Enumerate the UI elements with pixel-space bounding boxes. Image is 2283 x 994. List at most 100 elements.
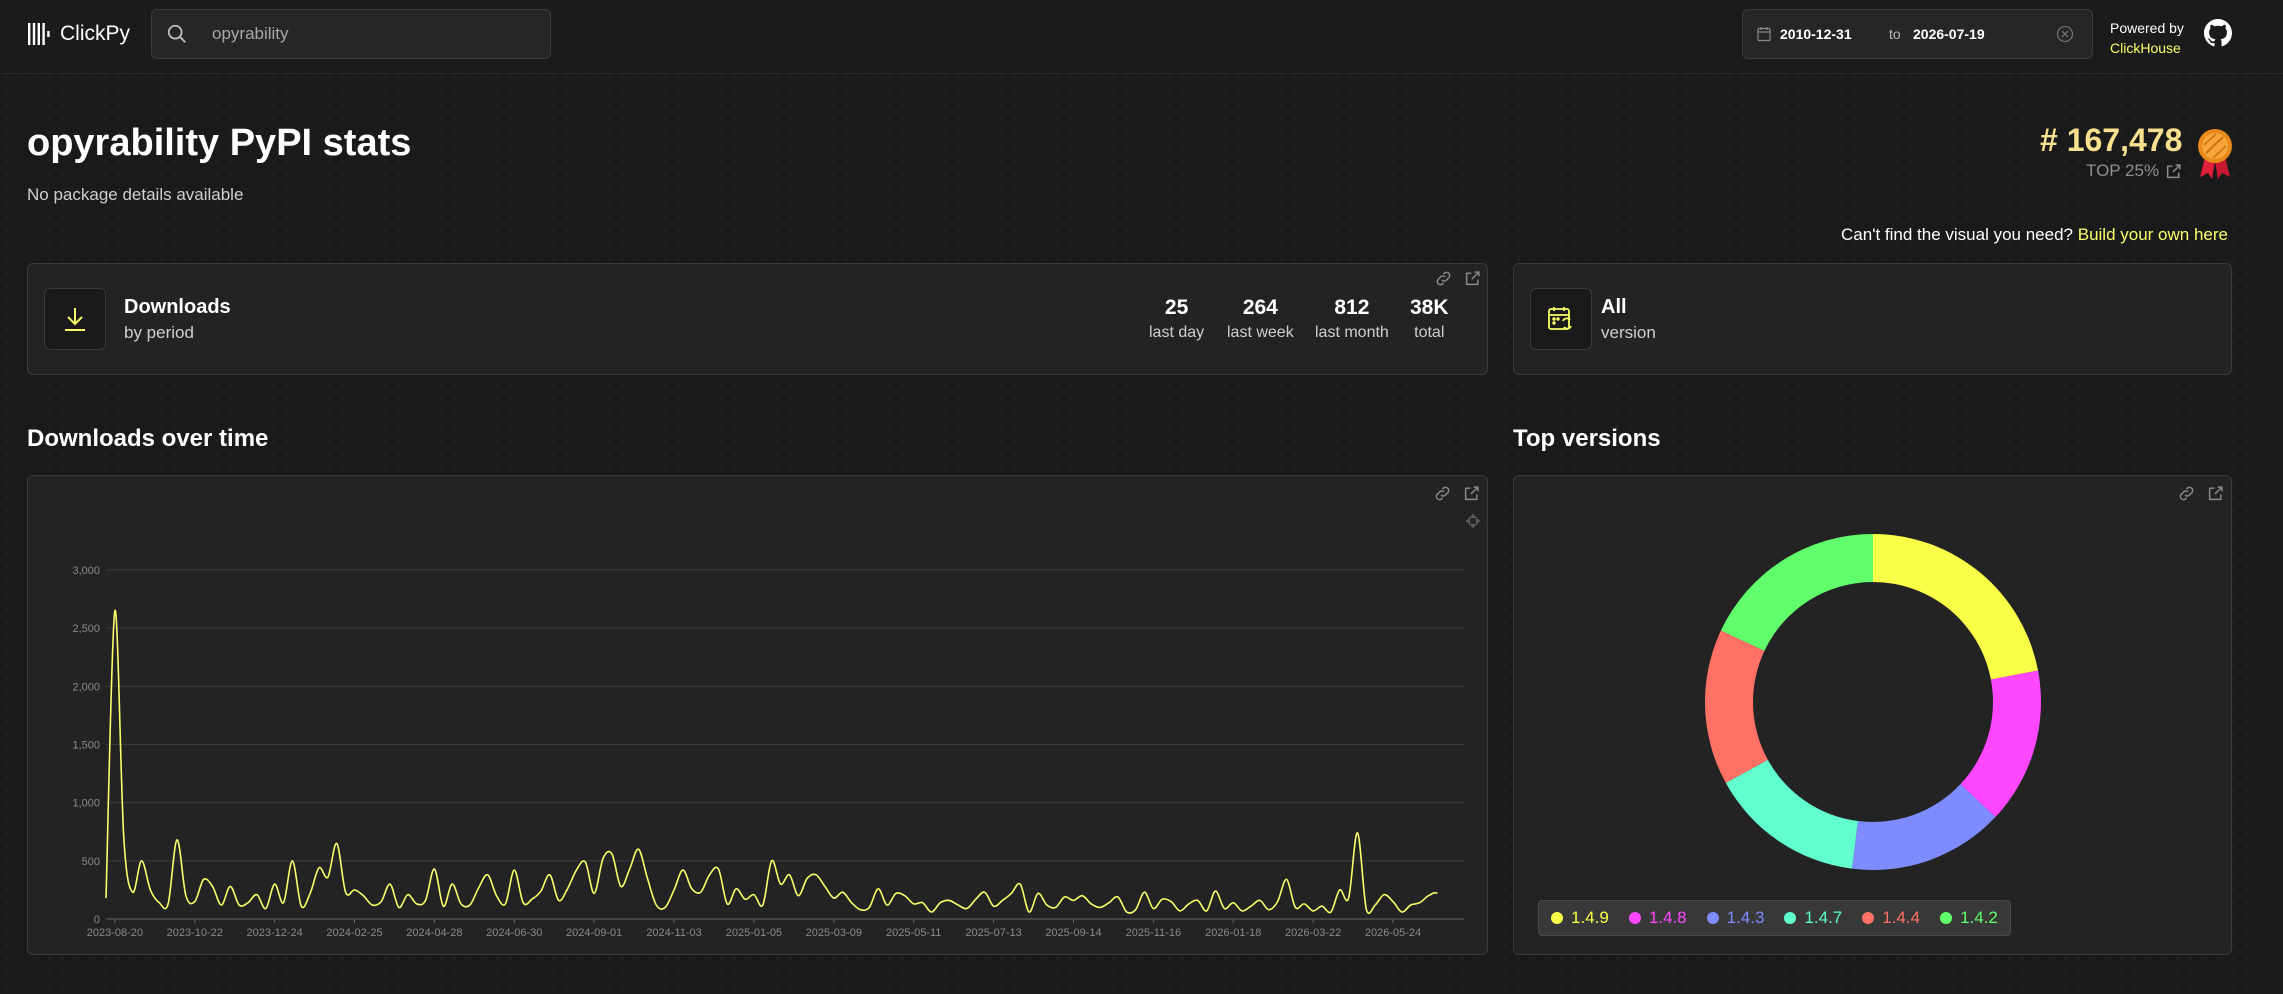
y-tick-label: 3,000	[72, 565, 100, 577]
legend-label: 1.4.7	[1804, 908, 1843, 927]
x-tick-label: 2026-03-22	[1285, 927, 1341, 939]
stat-label: total	[1414, 324, 1445, 341]
legend-swatch	[1862, 912, 1875, 924]
search-input[interactable]	[212, 24, 532, 44]
top-versions-donut-chart	[1705, 534, 2041, 870]
legend-label: 1.4.3	[1726, 908, 1765, 927]
x-tick-label: 2025-09-14	[1045, 927, 1101, 939]
date-to-label: to	[1889, 26, 1901, 42]
y-tick-label: 2,000	[72, 681, 100, 693]
downloads-subtitle: by period	[124, 323, 194, 342]
date-range-picker[interactable]: 2010-12-31 to 2026-07-19	[1742, 9, 2093, 59]
external-link-icon	[2167, 163, 2181, 178]
clear-date-icon[interactable]	[2056, 25, 2074, 43]
downloads-series-line	[105, 609, 1438, 915]
legend-item[interactable]: 1.4.7	[1784, 908, 1842, 928]
link-icon[interactable]	[1435, 270, 1452, 287]
x-tick-label: 2023-08-20	[87, 927, 143, 939]
x-tick-label: 2025-07-13	[965, 927, 1021, 939]
cant-find-label: Can't find the visual you need?	[1841, 225, 2073, 244]
github-icon[interactable]	[2204, 19, 2232, 47]
legend-label: 1.4.8	[1648, 908, 1687, 927]
y-tick-label: 0	[94, 914, 100, 926]
download-icon-box	[44, 288, 106, 350]
package-search[interactable]	[151, 9, 551, 59]
legend-label: 1.4.9	[1571, 908, 1609, 927]
donut-slice-1.4.3	[1851, 784, 1996, 870]
stat-last-week: 264 last week	[1227, 296, 1294, 342]
donut-slice-1.4.7	[1725, 759, 1858, 869]
donut-slice-1.4.9	[1873, 534, 2039, 680]
legend-item[interactable]: 1.4.3	[1706, 908, 1765, 928]
x-tick-label: 2024-11-03	[646, 927, 701, 939]
x-tick-label: 2024-06-30	[486, 927, 542, 939]
top-versions-title: Top versions	[1513, 425, 1661, 452]
stat-value: 25	[1164, 296, 1189, 319]
powered-by-label: Powered by	[2110, 20, 2184, 36]
date-to-input[interactable]: 2026-07-19	[1913, 26, 1985, 42]
x-tick-label: 2024-02-25	[326, 927, 382, 939]
legend-swatch	[1628, 912, 1641, 924]
x-tick-label: 2025-03-09	[806, 927, 862, 939]
stat-last-day: 25 last day	[1149, 296, 1204, 342]
versions-legend: 1.4.9 1.4.8 1.4.3 1.4.7 1.4.4 1.4.2	[1538, 900, 2011, 936]
download-icon	[65, 308, 85, 331]
x-tick-label: 2026-01-18	[1205, 927, 1261, 939]
clickpy-logo[interactable]: ClickPy	[28, 19, 130, 49]
build-your-own-link[interactable]: Build your own here	[2078, 225, 2228, 244]
downloads-over-time-title: Downloads over time	[27, 425, 269, 452]
version-card[interactable]: All version	[1513, 263, 2232, 375]
stat-value: 812	[1334, 296, 1370, 319]
stat-label: last week	[1227, 324, 1294, 341]
x-tick-label: 2025-11-16	[1126, 927, 1181, 939]
donut-slice-1.4.8	[1960, 670, 2041, 818]
stat-total: 38K total	[1410, 296, 1449, 342]
legend-item[interactable]: 1.4.2	[1940, 908, 1998, 928]
date-from-input[interactable]: 2010-12-31	[1780, 26, 1852, 42]
x-tick-label: 2026-05-24	[1365, 927, 1421, 939]
y-tick-label: 1,500	[72, 740, 100, 752]
downloads-title: Downloads	[124, 296, 231, 318]
card-tools	[1435, 270, 1481, 287]
legend-item[interactable]: 1.4.9	[1551, 908, 1609, 928]
package-description: No package details available	[27, 185, 244, 204]
stat-label: last month	[1315, 324, 1389, 341]
legend-label: 1.4.2	[1960, 908, 1998, 927]
calendar-refresh-icon	[1548, 307, 1572, 330]
stat-last-month: 812 last month	[1315, 296, 1389, 342]
search-icon	[167, 24, 186, 43]
logo-bars-icon	[28, 23, 50, 45]
downloads-card: Downloads by period 25 last day 264 last…	[27, 263, 1488, 375]
downloads-over-time-card: 0 500 1,000 1,500 2,000 2,500 3,000 2023-08-20 2…	[27, 475, 1488, 955]
x-tick-label: 2024-09-01	[566, 927, 622, 939]
stat-value: 264	[1242, 296, 1278, 319]
stat-value: 38K	[1410, 296, 1449, 319]
version-title: All	[1601, 296, 1627, 318]
stat-label: last day	[1149, 324, 1205, 341]
donut-slice-1.4.2	[1720, 534, 1873, 651]
x-tick-label: 2023-10-22	[167, 927, 223, 939]
legend-swatch	[1551, 912, 1563, 924]
version-subtitle: version	[1601, 323, 1656, 342]
top-percent-link[interactable]: TOP 25%	[2086, 161, 2182, 181]
x-tick-label: 2025-05-11	[886, 927, 941, 939]
legend-item[interactable]: 1.4.8	[1628, 908, 1687, 928]
package-rank: # 167,478	[2040, 122, 2183, 158]
clickhouse-link[interactable]: ClickHouse	[2110, 38, 2184, 58]
page-title: opyrability PyPI stats	[27, 122, 412, 164]
cant-find-text: Can't find the visual you need? Build yo…	[1841, 225, 2228, 245]
legend-item[interactable]: 1.4.4	[1862, 908, 1920, 928]
calendar-icon	[1757, 27, 1771, 42]
x-tick-label: 2023-12-24	[246, 927, 302, 939]
external-link-icon[interactable]	[1464, 270, 1481, 287]
powered-by: Powered by ClickHouse	[2110, 18, 2184, 58]
legend-swatch	[1940, 912, 1953, 924]
top-versions-card: 1.4.9 1.4.8 1.4.3 1.4.7 1.4.4 1.4.2	[1513, 475, 2232, 955]
x-tick-label: 2024-04-28	[406, 927, 462, 939]
top-percent-label: TOP 25%	[2086, 161, 2160, 180]
donut-slice-1.4.4	[1705, 630, 1768, 783]
version-icon-box	[1530, 288, 1592, 350]
downloads-line-chart: 0 500 1,000 1,500 2,000 2,500 3,000 2023-08-20 2…	[72, 565, 1464, 939]
bronze-medal-icon	[2198, 129, 2232, 179]
y-tick-label: 2,500	[72, 623, 100, 635]
